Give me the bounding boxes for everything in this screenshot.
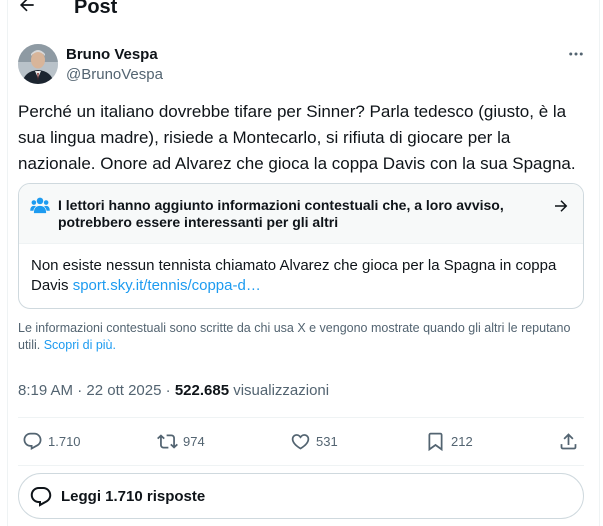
- divider-bottom: [18, 465, 584, 466]
- people-icon: [30, 197, 50, 214]
- meta-separator: ·: [77, 382, 83, 399]
- arrow-right-icon: [555, 200, 568, 212]
- reply-button[interactable]: 1.710: [22, 429, 81, 453]
- like-button[interactable]: 531: [290, 429, 338, 453]
- speech-bubble-icon: [30, 487, 52, 507]
- back-button[interactable]: [12, 0, 42, 20]
- page-title: Post: [74, 0, 118, 18]
- community-note-body: Non esiste nessun tennista chiamato Alva…: [31, 256, 571, 296]
- post-date[interactable]: 22 ott 2025: [86, 382, 161, 399]
- author-handle[interactable]: @BrunoVespa: [66, 66, 163, 84]
- more-button[interactable]: [564, 42, 588, 66]
- views-count: 522.685: [174, 382, 230, 399]
- bookmark-button[interactable]: 212: [425, 429, 473, 453]
- like-count: 531: [316, 433, 338, 449]
- community-note-source-link[interactable]: sport.sky.it/tennis/coppa-d…: [73, 277, 261, 294]
- community-note-disclaimer: Le informazioni contestuali sono scritte…: [18, 320, 578, 354]
- bookmark-icon: [428, 432, 443, 451]
- meta-separator: ·: [165, 382, 171, 399]
- author-row: Bruno Vespa @BrunoVespa: [18, 44, 590, 88]
- read-replies-label: Leggi 1.710 risposte: [61, 488, 206, 505]
- community-note-header[interactable]: I lettori hanno aggiunto informazioni co…: [19, 184, 583, 244]
- avatar[interactable]: [18, 44, 58, 84]
- reply-icon: [23, 432, 42, 450]
- more-horizontal-icon: [569, 52, 583, 56]
- read-replies-button[interactable]: Leggi 1.710 risposte: [18, 473, 584, 519]
- bookmark-count: 212: [451, 433, 473, 449]
- views-label: visualizzazioni: [233, 382, 330, 399]
- community-note: I lettori hanno aggiunto informazioni co…: [18, 183, 584, 309]
- heart-icon: [291, 433, 310, 450]
- repost-button[interactable]: 974: [157, 429, 205, 453]
- post-header: Post: [0, 0, 600, 22]
- author-name[interactable]: Bruno Vespa: [66, 46, 158, 64]
- learn-more-link[interactable]: Scopri di più.: [44, 338, 116, 352]
- community-note-title: I lettori hanno aggiunto informazioni co…: [58, 197, 504, 230]
- action-bar: 1.710 974 531 212: [0, 417, 600, 465]
- tweet-text: Perché un italiano dovrebbe tifare per S…: [18, 102, 576, 173]
- share-button[interactable]: [558, 429, 579, 453]
- post-meta: 8:19 AM · 22 ott 2025 · 522.685 visualiz…: [18, 381, 329, 401]
- share-icon: [560, 432, 577, 449]
- post-time[interactable]: 8:19 AM: [18, 382, 73, 399]
- repost-count: 974: [183, 433, 205, 449]
- repost-icon: [157, 433, 178, 449]
- arrow-left-icon: [19, 0, 34, 12]
- reply-count: 1.710: [48, 433, 81, 449]
